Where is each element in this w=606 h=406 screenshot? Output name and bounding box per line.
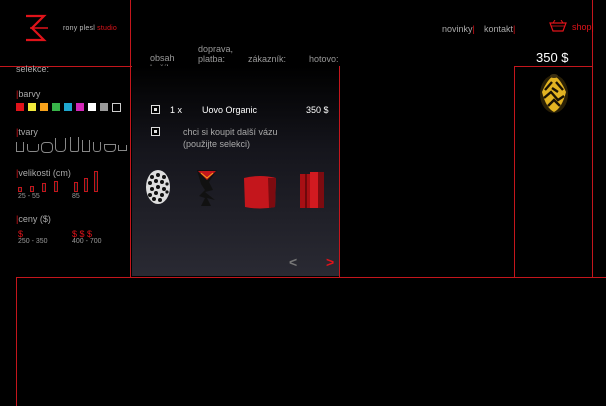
suggestion-net-vase[interactable] — [143, 168, 173, 211]
size-bar-7[interactable] — [94, 171, 98, 192]
divider-product-left — [514, 66, 515, 278]
tvary-heading: |tvary — [16, 127, 38, 137]
color-swatch-8[interactable] — [112, 103, 121, 112]
suggestion-red-box-vase[interactable] — [242, 174, 278, 215]
suggestion-red-tall-vase[interactable] — [298, 170, 328, 215]
shape-round-icon[interactable] — [41, 142, 53, 153]
color-swatch-1[interactable] — [28, 103, 36, 111]
divider-right — [592, 0, 593, 278]
shape-tall-icon[interactable] — [70, 137, 79, 152]
logo[interactable] — [24, 14, 50, 47]
nav-kontakt[interactable]: kontakt| — [484, 24, 515, 34]
selekce-label: selekce: — [16, 64, 50, 74]
velikosti-heading: |velikosti (cm) — [16, 168, 71, 178]
color-swatch-3[interactable] — [52, 103, 60, 111]
shape-cylinder-icon[interactable] — [16, 142, 24, 152]
shape-narrow-icon[interactable] — [82, 140, 90, 152]
color-swatch-0[interactable] — [16, 103, 24, 111]
size-label-large: 85 — [72, 193, 80, 200]
nav-novinky[interactable]: novinky| — [442, 24, 475, 34]
nav-shop-label: shop — [572, 22, 592, 32]
size-bar-3[interactable] — [42, 183, 46, 192]
next-arrow-icon[interactable]: > — [326, 254, 334, 270]
logo-icon — [26, 14, 48, 42]
divider-bottom — [16, 277, 606, 278]
price-range-high-label: 400 - 700 — [72, 238, 102, 245]
nav-shop[interactable]: shop| — [572, 22, 594, 32]
shape-flat-icon[interactable] — [104, 144, 116, 152]
prev-arrow-icon[interactable]: < — [289, 254, 297, 270]
size-bar-5[interactable] — [74, 182, 78, 192]
cart-item-price: 350 $ — [306, 105, 329, 115]
color-swatch-6[interactable] — [88, 103, 96, 111]
product-image-uovo[interactable] — [538, 72, 570, 121]
shape-bowl-icon[interactable] — [27, 144, 39, 152]
cart-item-name: Uovo Organic — [202, 105, 258, 115]
size-bar-2[interactable] — [30, 186, 34, 192]
cart-item-qty: 1 x — [170, 105, 183, 115]
shape-cup-icon[interactable] — [93, 142, 101, 152]
cart-item-checkbox[interactable] — [151, 105, 160, 114]
divider-cart-right — [339, 66, 340, 278]
nav-kontakt-label: kontakt — [484, 24, 514, 34]
add-vase-hint: (použijte selekci) — [183, 139, 251, 149]
total-price: 350 $ — [536, 50, 569, 65]
size-bar-4[interactable] — [54, 181, 58, 192]
suggestion-spiky-vase[interactable] — [195, 168, 219, 213]
size-bar-1[interactable] — [18, 187, 22, 192]
color-swatch-4[interactable] — [64, 103, 72, 111]
nav-novinky-label: novinky — [442, 24, 473, 34]
color-swatch-2[interactable] — [40, 103, 48, 111]
price-range-low-label: 250 - 350 — [18, 238, 48, 245]
step-doprava-platba[interactable]: doprava, platba: — [198, 44, 233, 64]
cart-icon[interactable] — [549, 19, 567, 38]
step-zakaznik[interactable]: zákazník: — [248, 54, 286, 64]
add-vase-checkbox[interactable] — [151, 127, 160, 136]
add-vase-prompt: chci si koupit další vázu — [183, 127, 278, 137]
shape-low-icon[interactable] — [118, 145, 127, 151]
size-label-small: 25 - 55 — [18, 193, 40, 200]
color-swatch-5[interactable] — [76, 103, 84, 111]
step-hotovo[interactable]: hotovo: — [309, 54, 339, 64]
size-bar-6[interactable] — [84, 178, 88, 192]
color-swatch-7[interactable] — [100, 103, 108, 111]
shape-egg-icon[interactable] — [55, 138, 66, 152]
divider-product-top — [514, 66, 592, 67]
divider-bottom-left — [16, 277, 17, 406]
brand-name: rony plesl studio — [63, 25, 118, 32]
barvy-heading: |barvy — [16, 89, 41, 99]
divider-left — [130, 0, 131, 278]
ceny-heading: |ceny ($) — [16, 214, 51, 224]
